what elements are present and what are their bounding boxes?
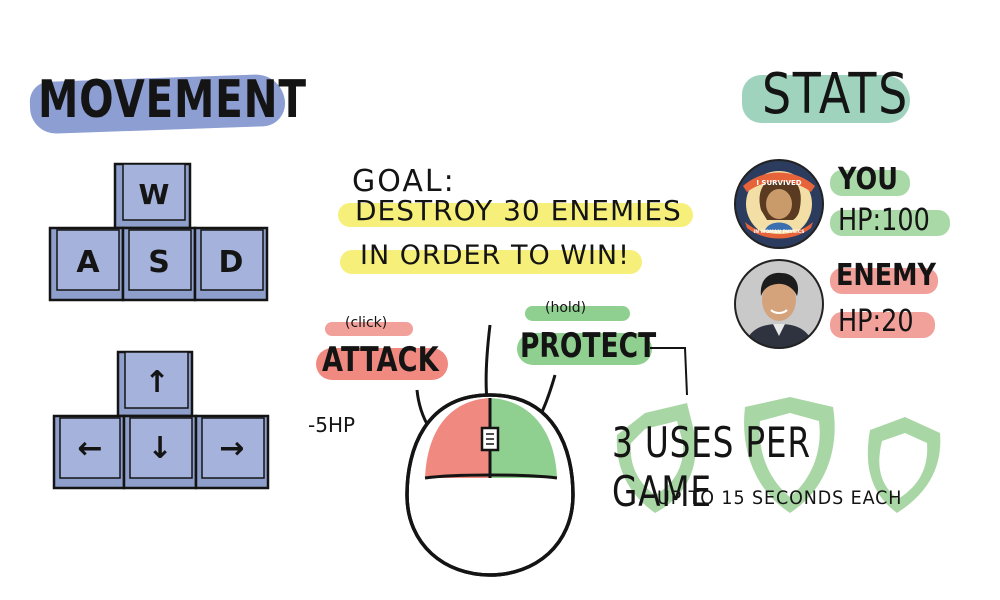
down-arrow-icon: ↓ [147, 431, 172, 466]
attack-hint: (click) [345, 315, 388, 331]
key-a[interactable]: A [48, 226, 125, 302]
key-up[interactable]: ↑ [116, 350, 194, 418]
arrow-keys: ↑ ← ↓ → [52, 350, 270, 490]
stats-title: STATS [762, 62, 909, 127]
movement-title: MOVEMENT [38, 70, 307, 130]
right-mouse-button[interactable] [490, 398, 557, 478]
you-hp: HP:100 [838, 203, 930, 238]
key-down[interactable]: ↓ [122, 414, 198, 490]
left-arrow-icon: ← [77, 431, 102, 466]
goal-line1: DESTROY 30 ENEMIES [355, 194, 682, 227]
key-d[interactable]: D [193, 226, 269, 302]
key-w-label: W [139, 178, 170, 211]
you-name: YOU [838, 162, 898, 197]
attack-damage: -5HP [308, 413, 356, 437]
you-badge-bottom: IN WOMAN PHYSICS [754, 229, 805, 235]
key-d-label: D [219, 245, 244, 280]
scroll-wheel[interactable] [480, 426, 500, 452]
goal-line2: IN ORDER TO WIN! [360, 240, 630, 271]
wasd-keys: W A S D [48, 162, 269, 302]
key-w[interactable]: W [113, 162, 192, 230]
enemy-name: ENEMY [836, 258, 937, 293]
person-photo-icon [735, 260, 823, 348]
key-right[interactable]: → [194, 414, 270, 490]
enemy-avatar [734, 259, 824, 349]
up-arrow-icon: ↑ [144, 365, 169, 400]
you-badge-top: I SURVIVED [756, 179, 801, 187]
you-avatar: I SURVIVED IN WOMAN PHYSICS [734, 159, 824, 249]
protect-hint: (hold) [545, 300, 587, 316]
protect-duration: UP TO 15 SECONDS EACH [657, 487, 903, 509]
key-left[interactable]: ← [52, 414, 126, 490]
key-a-label: A [76, 245, 100, 280]
enemy-hp: HP:20 [838, 304, 914, 339]
right-arrow-icon: → [219, 431, 244, 466]
left-mouse-button[interactable] [425, 398, 490, 478]
key-s[interactable]: S [121, 226, 197, 302]
key-s-label: S [148, 245, 170, 280]
